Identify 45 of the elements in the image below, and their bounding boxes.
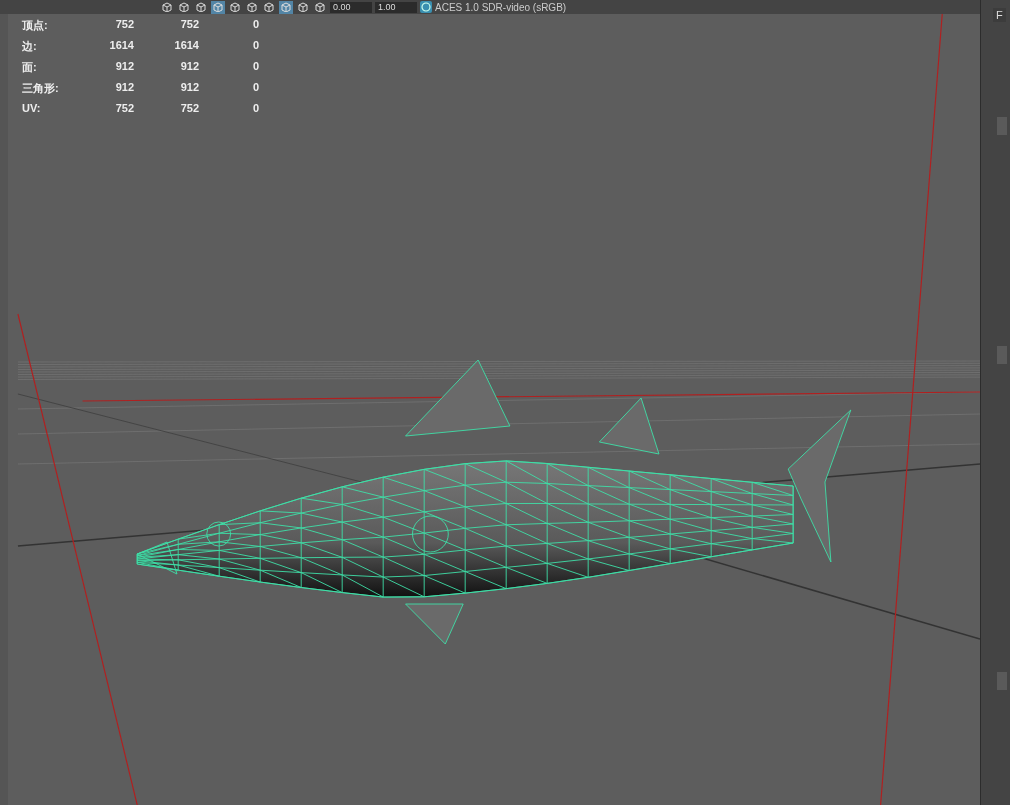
toolbar-button[interactable] — [228, 0, 242, 14]
cube-icon — [281, 2, 291, 12]
number-field[interactable]: 1.00 — [375, 1, 417, 13]
stat-value: 0 — [251, 18, 259, 32]
cube-icon — [298, 2, 308, 12]
color-space-label[interactable]: ACES 1.0 SDR-video (sRGB) — [435, 1, 567, 13]
color-wheel-icon[interactable] — [420, 1, 432, 13]
stat-value: 1614 — [108, 39, 134, 53]
stat-value: 0 — [251, 102, 259, 114]
stat-label: 顶点: — [22, 18, 49, 33]
panel-tab[interactable]: F — [993, 8, 1006, 22]
stat-label: 三角形: — [22, 81, 60, 96]
stat-label: UV: — [22, 102, 42, 114]
cube-icon — [162, 2, 172, 12]
toolbar-button[interactable] — [194, 0, 208, 14]
stat-value: 752 — [179, 102, 199, 114]
cube-icon — [213, 2, 223, 12]
toolbar-button[interactable] — [313, 0, 327, 14]
toolbar-button[interactable] — [177, 0, 191, 14]
stat-value: 912 — [114, 60, 134, 74]
stat-value: 752 — [114, 102, 134, 114]
stat-value: 752 — [179, 18, 199, 32]
stat-value: 0 — [251, 81, 259, 95]
cube-icon — [264, 2, 274, 12]
toolbar-button[interactable] — [296, 0, 310, 14]
toolbar-button[interactable] — [279, 0, 293, 14]
stat-value: 912 — [179, 81, 199, 95]
stat-value: 912 — [179, 60, 199, 74]
stat-label: 边: — [22, 39, 38, 54]
toolbar-button[interactable] — [245, 0, 259, 14]
toolbar-button[interactable] — [160, 0, 174, 14]
stat-value: 912 — [114, 81, 134, 95]
cube-icon — [247, 2, 257, 12]
stat-value: 752 — [114, 18, 134, 32]
stat-value: 1614 — [173, 39, 199, 53]
cube-icon — [179, 2, 189, 12]
toolbar-button[interactable] — [262, 0, 276, 14]
stat-label: 面: — [22, 60, 38, 75]
toolbar-button[interactable] — [211, 0, 225, 14]
stat-value: 0 — [251, 60, 259, 74]
cube-icon — [230, 2, 240, 12]
number-field[interactable]: 0.00 — [330, 1, 372, 13]
cube-icon — [315, 2, 325, 12]
cube-icon — [196, 2, 206, 12]
stat-value: 0 — [251, 39, 259, 53]
